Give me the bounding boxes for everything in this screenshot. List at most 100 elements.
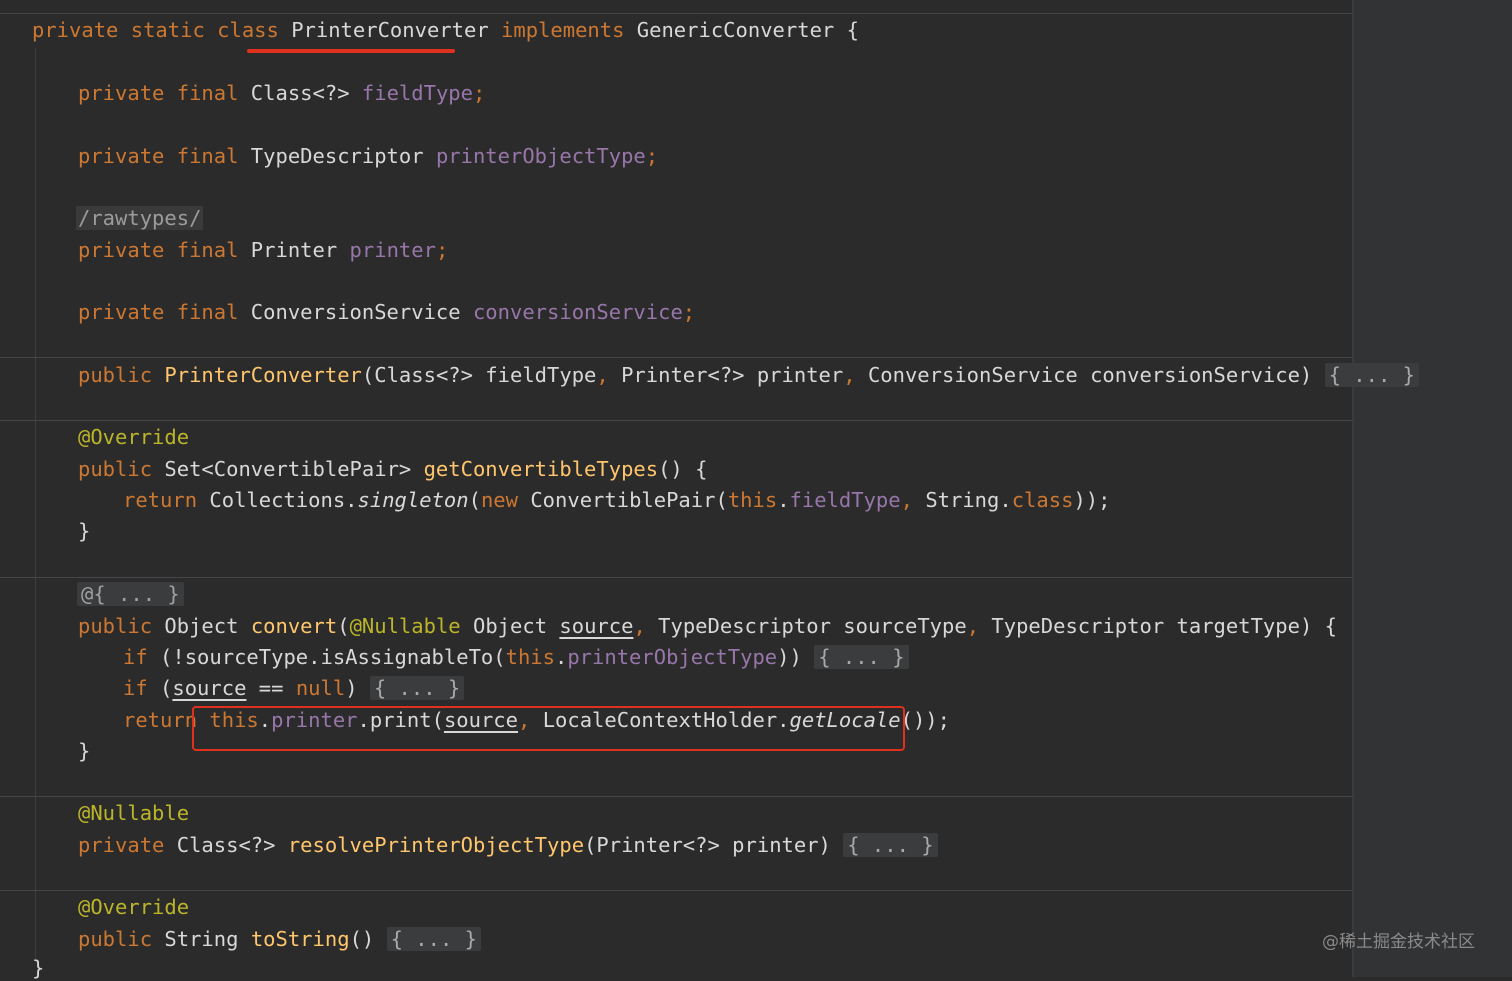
code-line-field[interactable]: private final ConversionService conversi… [78, 299, 695, 325]
field-name: fieldType [361, 81, 473, 105]
constructor-name: PrinterConverter [164, 363, 362, 387]
folded-code-block[interactable]: { ... } [369, 676, 465, 700]
class-ref: ConvertiblePair( [530, 488, 728, 512]
method-separator [0, 890, 1353, 891]
code-line-if[interactable]: if (source == null) { ... } [123, 675, 465, 701]
type: TypeDescriptor [250, 144, 436, 168]
type: String [164, 927, 251, 951]
code-line-class-declaration[interactable]: private static class PrinterConverter im… [32, 17, 859, 43]
code-line-method[interactable]: public Set<ConvertiblePair> getConvertib… [78, 456, 707, 482]
punct: . [554, 645, 568, 669]
code-line-comment[interactable]: /rawtypes/ [76, 205, 204, 231]
field-name: conversionService [472, 300, 683, 324]
highlight-underline [247, 49, 455, 53]
code-line-field[interactable]: private final Class<?> fieldType; [78, 80, 485, 106]
punct: ( [337, 614, 350, 638]
param: (Printer<?> printer) [584, 833, 844, 857]
method-name: convert [250, 614, 338, 638]
keyword: public [78, 363, 165, 387]
keyword: new [480, 488, 531, 512]
keyword: public [78, 927, 165, 951]
keyword: if [123, 645, 161, 669]
field-name: fieldType [789, 488, 901, 512]
method-name: toString [250, 927, 350, 951]
type: Set<ConvertiblePair> [164, 457, 424, 481]
code-line-annotation[interactable]: @Override [78, 894, 189, 920]
operator: == [246, 676, 296, 700]
keyword: private [78, 833, 177, 857]
code-line-if[interactable]: if (!sourceType.isAssignableTo(this.prin… [123, 644, 909, 670]
comma: , [966, 614, 992, 638]
semicolon: ; [472, 81, 486, 105]
code-line-method[interactable]: public String toString() { ... } [78, 926, 481, 952]
keyword: private final [78, 238, 251, 262]
folded-code-block[interactable]: { ... } [843, 833, 938, 857]
code-editor[interactable]: private static class PrinterConverter im… [0, 0, 1512, 980]
code-line-brace[interactable]: } [32, 955, 44, 981]
code-line-field[interactable]: private final TypeDescriptor printerObje… [78, 143, 658, 169]
keyword: private final [78, 144, 251, 168]
semicolon: ; [682, 300, 696, 324]
code-line-brace[interactable]: } [78, 738, 90, 764]
code-line-method[interactable]: private Class<?> resolvePrinterObjectTyp… [78, 832, 938, 858]
field-name: printerObjectType [435, 144, 646, 168]
class-name: PrinterConverter [291, 18, 489, 42]
keyword: class [1011, 488, 1074, 512]
punct: () { [658, 457, 708, 481]
right-margin-line [1352, 0, 1354, 977]
type: Object [164, 614, 251, 638]
method-name: resolvePrinterObjectType [287, 833, 585, 857]
annotation: @Override [78, 895, 190, 919]
annotation: @Nullable [349, 614, 473, 638]
method-separator [0, 420, 1353, 421]
keyword: this [727, 488, 778, 512]
variable-source: source [172, 676, 247, 700]
code-line-return[interactable]: return Collections.singleton(new Convert… [123, 487, 1110, 513]
code-line-field[interactable]: private final Printer printer; [78, 237, 448, 263]
annotation: @Override [78, 425, 190, 449]
method-name: getConvertibleTypes [423, 457, 659, 481]
punct: () [349, 927, 387, 951]
param-source: source [559, 614, 634, 638]
code-line-constructor[interactable]: public PrinterConverter(Class<?> fieldTy… [78, 362, 1419, 388]
method-separator [0, 357, 1353, 358]
punct: } [78, 519, 91, 543]
punct: ()); [900, 708, 950, 732]
folded-code-block[interactable]: { ... } [1324, 363, 1419, 387]
indent-guide [35, 48, 36, 963]
static-method: singleton [357, 488, 469, 512]
param: Printer<?> printer [621, 363, 844, 387]
semicolon: ; [435, 238, 449, 262]
code-line-method[interactable]: public Object convert(@Nullable Object s… [78, 613, 1337, 639]
annotation: @Nullable [78, 801, 190, 825]
punct: } [78, 739, 91, 763]
expression: (!sourceType.isAssignableTo( [160, 645, 506, 669]
keyword: public [78, 614, 165, 638]
comment: /rawtypes/ [76, 206, 204, 230]
punct: ( [160, 676, 173, 700]
code-line-brace[interactable]: } [78, 518, 90, 544]
param: TypeDescriptor sourceType [658, 614, 967, 638]
folded-code-block[interactable]: { ... } [814, 645, 909, 669]
comma: , [633, 614, 659, 638]
keyword: public [78, 457, 165, 481]
comma: , [900, 488, 926, 512]
keyword: implements [488, 18, 637, 42]
interface-name: GenericConverter { [636, 18, 859, 42]
folded-annotation[interactable]: @{ ... } [77, 582, 184, 606]
punct: ) [345, 676, 370, 700]
keyword: if [123, 676, 161, 700]
code-line-folded-annotation[interactable]: @{ ... } [77, 581, 184, 607]
punct: )); [1073, 488, 1111, 512]
folded-code-block[interactable]: { ... } [386, 927, 481, 951]
code-line-annotation[interactable]: @Override [78, 424, 189, 450]
watermark: @稀土掘金技术社区 [1322, 932, 1475, 952]
comma: , [843, 363, 868, 387]
keyword: private final [78, 300, 251, 324]
keyword: private static class [32, 18, 292, 42]
keyword: this [505, 645, 555, 669]
keyword: null [295, 676, 346, 700]
code-line-annotation[interactable]: @Nullable [78, 800, 189, 826]
param: TypeDescriptor targetType) { [991, 614, 1337, 638]
type: Class<?> [250, 81, 362, 105]
